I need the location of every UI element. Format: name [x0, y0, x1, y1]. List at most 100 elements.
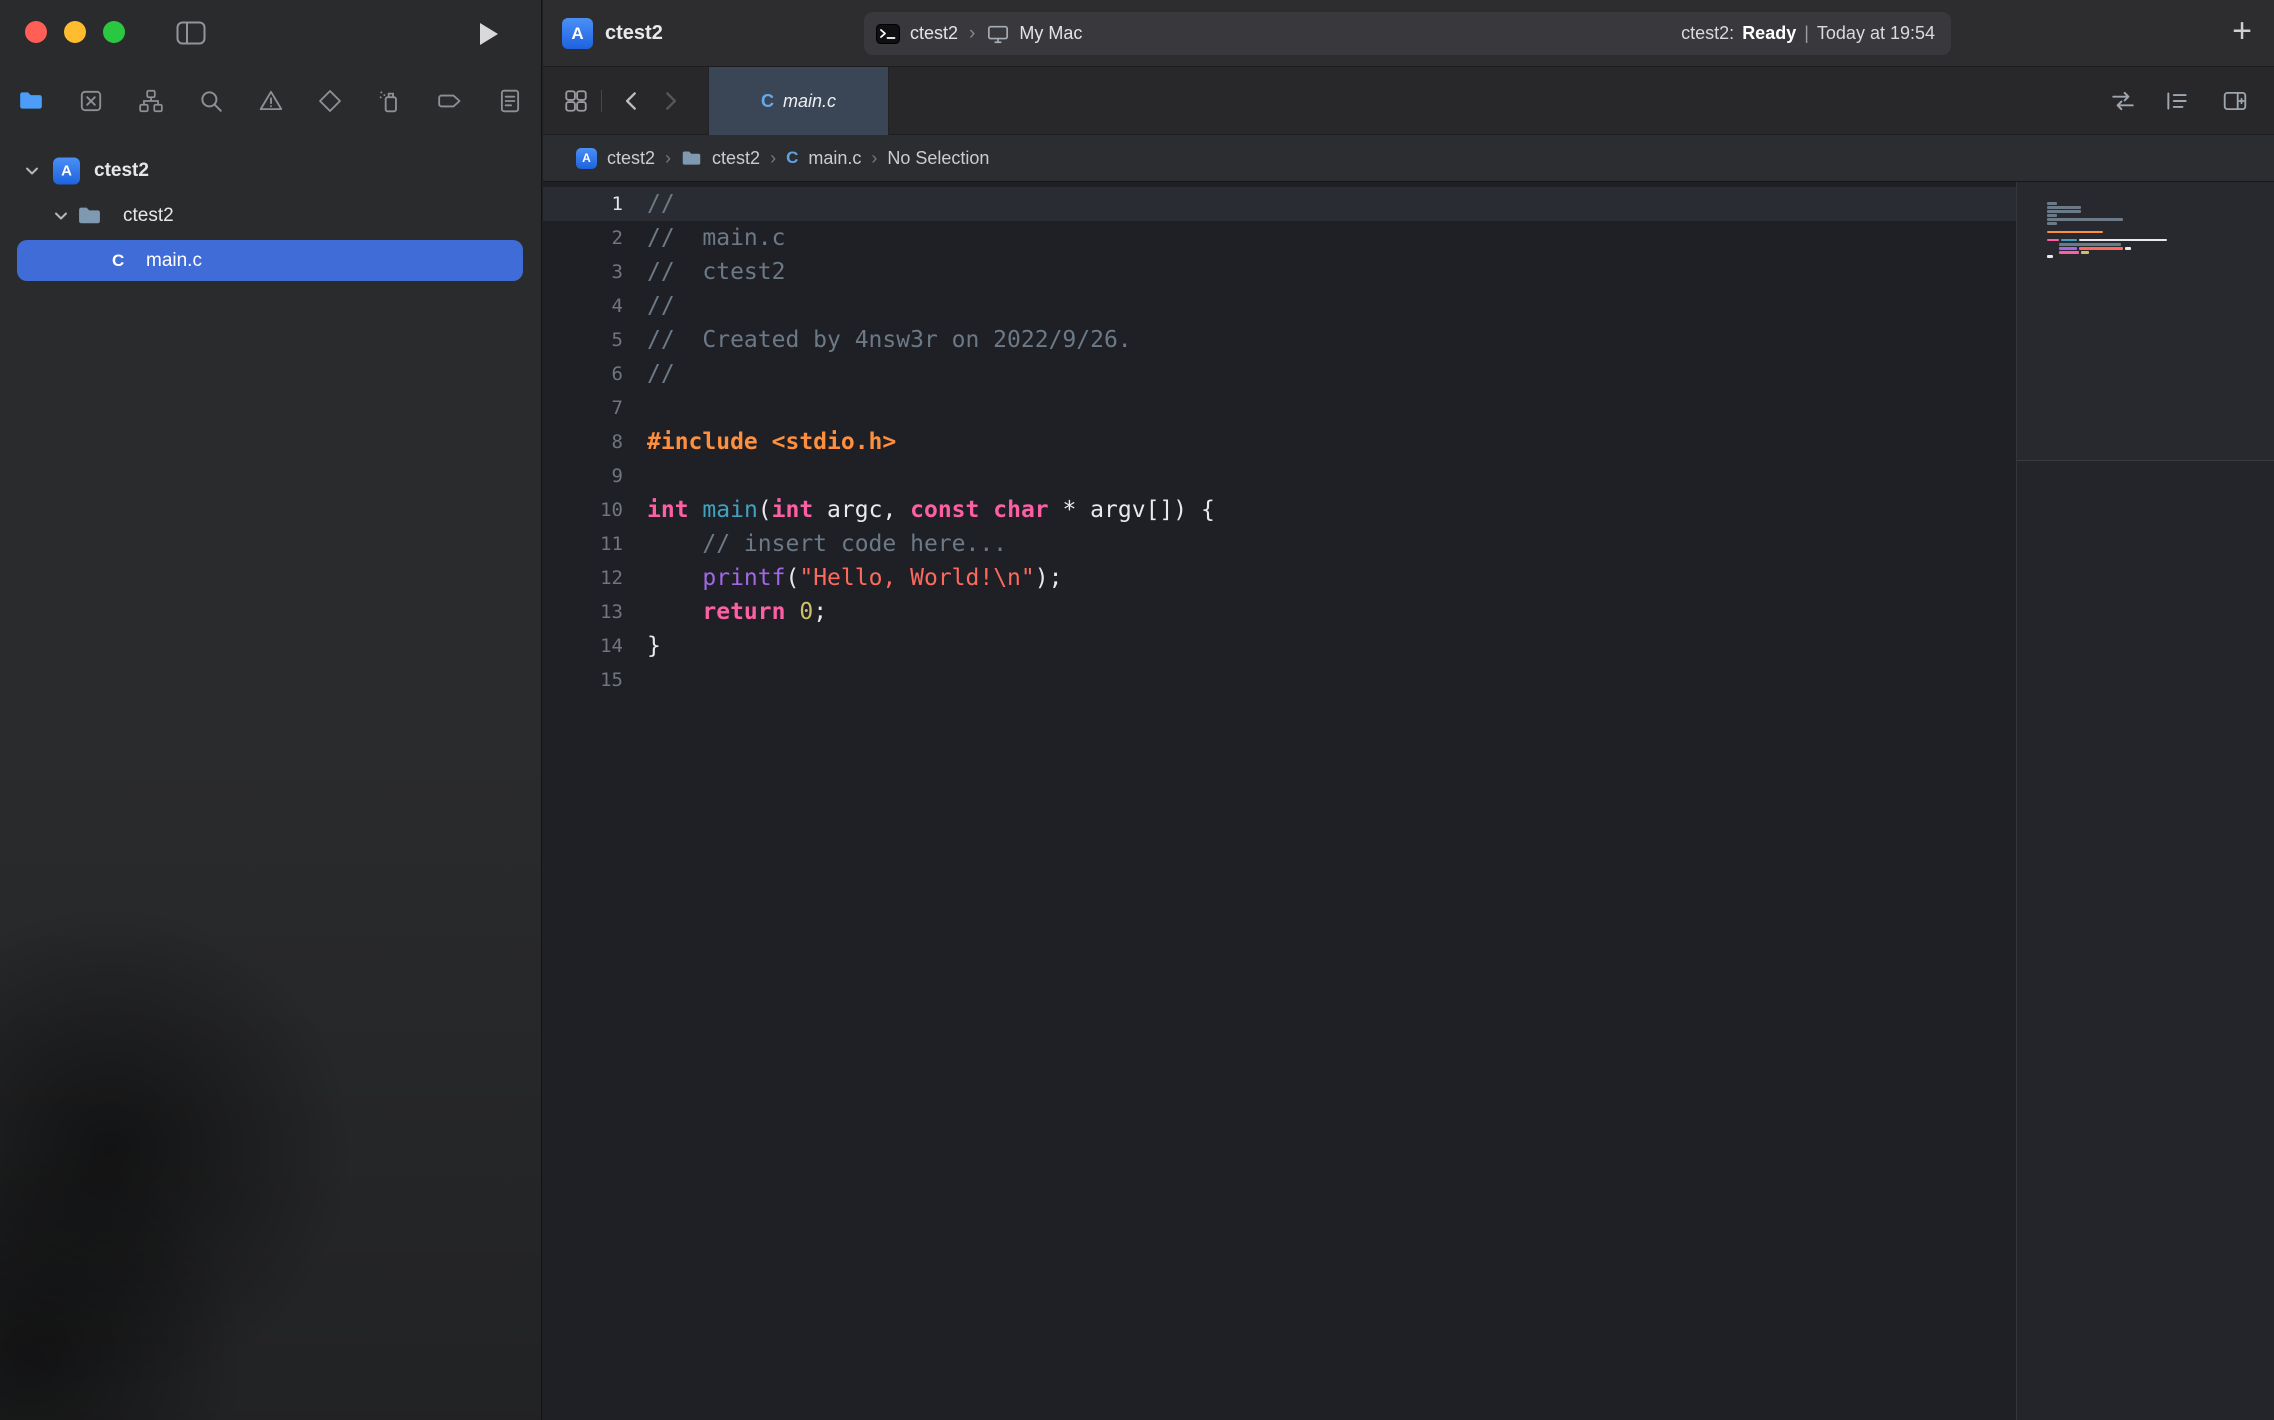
- code-line[interactable]: // Created by 4nsw3r on 2022/9/26.: [647, 323, 1215, 357]
- project-tree: A ctest2 ctest2 C main.c: [0, 148, 541, 283]
- hierarchy-icon: [138, 88, 164, 114]
- breakpoint-tag-icon: [437, 88, 463, 114]
- navigator-tab-breakpoints[interactable]: [433, 84, 467, 118]
- terminal-scheme-icon: [876, 24, 900, 44]
- scheme-selector[interactable]: ctest2: [910, 23, 958, 44]
- minimize-window-button[interactable]: [64, 21, 86, 43]
- code-line[interactable]: [647, 459, 1215, 493]
- folder-icon: [18, 88, 44, 114]
- navigate-back-button[interactable]: [619, 88, 645, 114]
- code-line[interactable]: // main.c: [647, 221, 1215, 255]
- line-number[interactable]: 15: [543, 663, 623, 697]
- library-plus-button[interactable]: +: [2232, 0, 2252, 62]
- zoom-window-button[interactable]: [103, 21, 125, 43]
- line-number[interactable]: 1: [543, 187, 623, 221]
- navigator-tab-debug[interactable]: [373, 84, 407, 118]
- main-area: A ctest2 ctest2 ›: [543, 0, 2274, 1420]
- xcode-project-icon: A: [53, 157, 80, 184]
- tree-item-group[interactable]: ctest2: [0, 193, 541, 238]
- destination-device-icon: [986, 23, 1010, 45]
- warning-triangle-icon: [258, 88, 284, 114]
- navigator-tab-bar: [14, 80, 527, 122]
- chevron-right-icon: ›: [665, 148, 671, 169]
- code-line[interactable]: printf("Hello, World!\n");: [647, 561, 1215, 595]
- chevron-right-icon: ›: [871, 148, 877, 169]
- destination-selector[interactable]: My Mac: [1019, 23, 1082, 44]
- jumpbar-item-group[interactable]: ctest2: [712, 148, 760, 169]
- add-editor-button[interactable]: [2222, 88, 2248, 114]
- jumpbar-item-file[interactable]: main.c: [808, 148, 861, 169]
- navigator-tab-symbols[interactable]: [134, 84, 168, 118]
- tree-item-file-selected[interactable]: C main.c: [0, 238, 541, 283]
- tree-item-project[interactable]: A ctest2: [0, 148, 541, 193]
- play-icon: [479, 22, 499, 46]
- activity-status[interactable]: ctest2: Ready | Today at 19:54: [1681, 23, 1935, 44]
- line-number[interactable]: 11: [543, 527, 623, 561]
- editor-grid-button[interactable]: [563, 88, 589, 114]
- code-line[interactable]: //: [647, 289, 1215, 323]
- code-line[interactable]: [647, 663, 1215, 697]
- code-line[interactable]: }: [647, 629, 1215, 663]
- navigator-tab-find[interactable]: [194, 84, 228, 118]
- line-number[interactable]: 8: [543, 425, 623, 459]
- code-line[interactable]: int main(int argc, const char * argv[]) …: [647, 493, 1215, 527]
- search-icon: [198, 88, 224, 114]
- line-number[interactable]: 6: [543, 357, 623, 391]
- scheme-status-pill: ctest2 › My Mac ctest2: Ready | Today at…: [864, 12, 1951, 55]
- minimap-row: [2047, 255, 2266, 259]
- disclosure-chevron-icon[interactable]: [24, 163, 40, 179]
- navigator-tab-tests[interactable]: [313, 84, 347, 118]
- line-number[interactable]: 10: [543, 493, 623, 527]
- gutter: 123456789101112131415: [543, 187, 623, 697]
- tab-label: main.c: [783, 91, 836, 112]
- jump-bar: A ctest2 › ctest2 › C main.c › No Select…: [543, 135, 2274, 182]
- tab-main-c[interactable]: C main.c: [708, 67, 889, 135]
- jumpbar-item-project[interactable]: ctest2: [607, 148, 655, 169]
- spray-can-icon: [377, 88, 403, 114]
- source-editor[interactable]: 123456789101112131415 //// main.c// ctes…: [543, 182, 2274, 1420]
- line-number[interactable]: 14: [543, 629, 623, 663]
- chevron-right-icon: ›: [969, 23, 975, 45]
- line-number[interactable]: 7: [543, 391, 623, 425]
- disclosure-chevron-icon[interactable]: [53, 208, 69, 224]
- split-editor-icon: [2222, 88, 2248, 114]
- minimap[interactable]: [2016, 182, 2274, 1420]
- code-review-button[interactable]: [2110, 88, 2136, 114]
- code-line[interactable]: //: [647, 187, 1215, 221]
- code-line[interactable]: return 0;: [647, 595, 1215, 629]
- code-line[interactable]: //: [647, 357, 1215, 391]
- code-line[interactable]: // insert code here...: [647, 527, 1215, 561]
- line-number[interactable]: 9: [543, 459, 623, 493]
- toggle-sidebar-button[interactable]: [176, 20, 206, 46]
- status-state: Ready: [1742, 23, 1796, 44]
- line-number[interactable]: 2: [543, 221, 623, 255]
- navigate-forward-button[interactable]: [657, 88, 683, 114]
- c-file-icon: C: [786, 148, 798, 168]
- editor-tab-bar: C main.c: [543, 67, 2274, 135]
- jumpbar-item-selection[interactable]: No Selection: [887, 148, 989, 169]
- xcode-window: A ctest2 ctest2 C main.c: [0, 0, 2274, 1420]
- c-file-icon: C: [761, 91, 774, 112]
- run-button[interactable]: [479, 22, 499, 46]
- editor-options-button[interactable]: [2164, 88, 2190, 114]
- line-number[interactable]: 12: [543, 561, 623, 595]
- line-number[interactable]: 5: [543, 323, 623, 357]
- c-file-icon: C: [112, 251, 124, 271]
- code-line[interactable]: [647, 391, 1215, 425]
- line-number[interactable]: 4: [543, 289, 623, 323]
- close-window-button[interactable]: [25, 21, 47, 43]
- navigator-tab-reports[interactable]: [493, 84, 527, 118]
- navigator-tab-project[interactable]: [14, 84, 48, 118]
- toolbar-separator: [601, 90, 602, 112]
- code-line[interactable]: #include <stdio.h>: [647, 425, 1215, 459]
- code-line[interactable]: // ctest2: [647, 255, 1215, 289]
- navigator-tab-issues[interactable]: [254, 84, 288, 118]
- code-lines[interactable]: //// main.c// ctest2//// Created by 4nsw…: [647, 187, 1215, 697]
- diamond-icon: [317, 88, 343, 114]
- minimap-lines: [2047, 202, 2266, 259]
- line-number[interactable]: 13: [543, 595, 623, 629]
- navigator-tab-source-control[interactable]: [74, 84, 108, 118]
- line-number[interactable]: 3: [543, 255, 623, 289]
- status-time: Today at 19:54: [1817, 23, 1935, 44]
- toolbar: A ctest2 ctest2 ›: [543, 0, 2274, 67]
